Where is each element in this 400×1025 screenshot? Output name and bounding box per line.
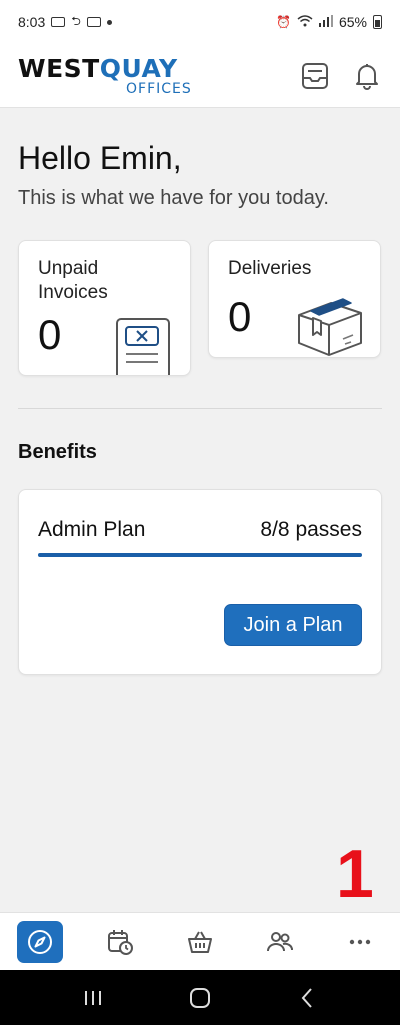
recent-apps-icon	[85, 990, 102, 1005]
join-plan-button[interactable]: Join a Plan	[224, 604, 362, 646]
plan-row: Admin Plan 8/8 passes	[38, 518, 362, 542]
logo-text-west: WEST	[18, 53, 100, 83]
nav-bookings[interactable]	[97, 921, 143, 963]
status-left: 8:03 ⮌	[18, 12, 112, 33]
main-content: Hello Emin, This is what we have for you…	[0, 108, 400, 675]
system-nav-bar	[0, 970, 400, 1025]
notification-icon: ⮌	[71, 13, 81, 28]
basket-icon	[188, 931, 212, 953]
status-time: 8:03	[18, 14, 46, 30]
stat-label: Deliveries	[228, 258, 312, 279]
wifi-icon	[297, 14, 313, 30]
logo: WEST Q UAY OFFICES	[18, 56, 192, 96]
more-icon	[349, 939, 371, 944]
compass-icon	[28, 929, 52, 954]
stats-row: Unpaid Invoices 0 Deliveries 0	[18, 240, 382, 376]
status-bar: 8:03 ⮌ ⏰ 65%	[0, 0, 400, 44]
benefits-title: Benefits	[18, 441, 97, 463]
bell-icon	[356, 63, 378, 90]
app-header: WEST Q UAY OFFICES	[0, 44, 400, 108]
overlay-number: 1	[336, 836, 374, 912]
back-icon	[301, 987, 312, 1008]
bottom-nav	[0, 912, 400, 970]
plan-name: Admin Plan	[38, 518, 146, 541]
notification-icon	[86, 17, 101, 27]
stat-value: 0	[228, 293, 252, 340]
dot-icon	[106, 19, 112, 25]
home-button[interactable]	[180, 983, 220, 1013]
logo-text-q: Q	[99, 53, 122, 83]
stat-value: 0	[38, 311, 62, 358]
stat-label: Unpaid Invoices	[38, 258, 108, 303]
inbox-button[interactable]	[300, 61, 330, 91]
home-icon	[189, 987, 210, 1008]
nav-shop[interactable]	[177, 921, 223, 963]
recent-apps-button[interactable]	[73, 983, 113, 1013]
logo-text-uay: UAY	[121, 53, 178, 83]
greeting-subtitle: This is what we have for you today.	[18, 187, 329, 209]
plan-passes: 8/8 passes	[260, 518, 362, 541]
battery-percent: 65%	[338, 14, 367, 30]
greeting-title: Hello Emin,	[18, 140, 182, 176]
calendar-clock-icon	[108, 929, 133, 955]
inbox-icon	[302, 62, 328, 89]
people-icon	[267, 931, 293, 951]
notifications-button[interactable]	[352, 61, 382, 91]
invoice-icon	[116, 318, 170, 375]
nav-more[interactable]	[337, 921, 383, 963]
back-button[interactable]	[287, 983, 327, 1013]
package-icon	[298, 298, 362, 356]
alarm-icon: ⏰	[276, 15, 291, 29]
unpaid-invoices-card[interactable]: Unpaid Invoices 0	[18, 240, 191, 376]
plan-card: Admin Plan 8/8 passes Join a Plan	[18, 489, 382, 675]
battery-icon	[373, 15, 382, 29]
section-divider	[18, 408, 382, 409]
plan-progress-bar	[38, 553, 362, 557]
plan-progress-fill	[38, 553, 362, 557]
status-right: ⏰ 65%	[276, 14, 382, 30]
notification-icon	[51, 17, 66, 27]
logo-wordmark: WEST Q UAY	[18, 56, 178, 81]
header-actions	[300, 61, 382, 91]
nav-explore[interactable]	[17, 920, 63, 963]
logo-subtext: OFFICES	[126, 80, 192, 97]
signal-icon	[318, 14, 333, 30]
nav-community[interactable]	[257, 921, 303, 963]
deliveries-card[interactable]: Deliveries 0	[208, 240, 381, 358]
